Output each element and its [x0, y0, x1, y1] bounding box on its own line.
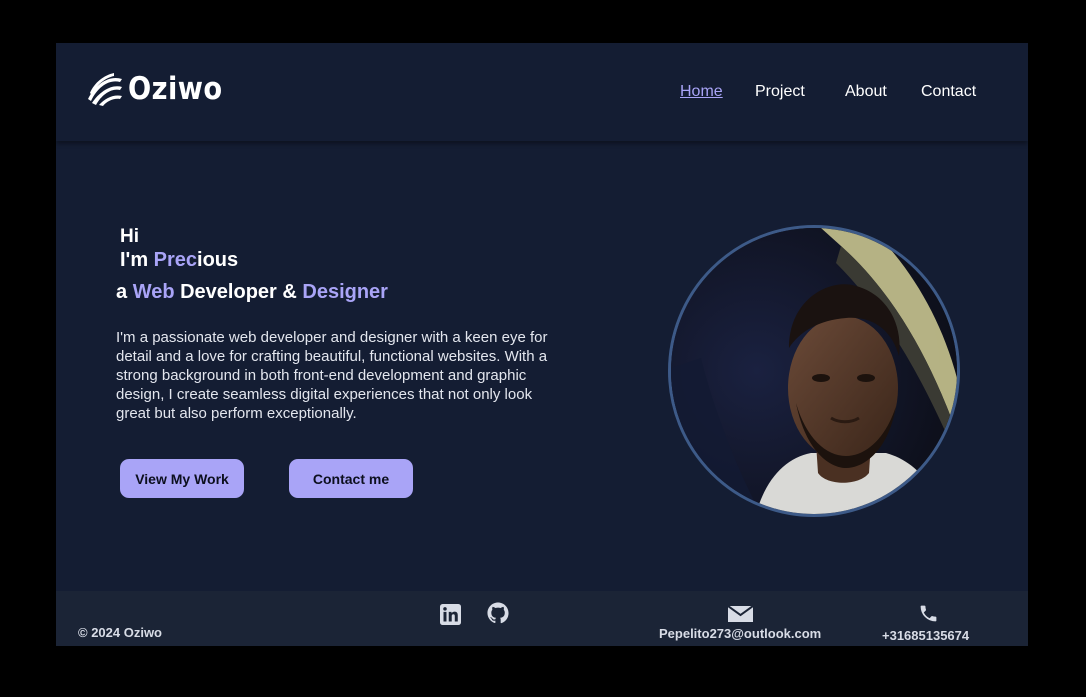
logo[interactable]: Oziwo [86, 69, 235, 109]
footer-email[interactable]: Pepelito273@outlook.com [659, 626, 821, 641]
nav-about[interactable]: About [845, 83, 887, 101]
logo-text: Oziwo [128, 71, 223, 107]
github-icon[interactable] [487, 602, 509, 624]
footer-phone[interactable]: +31685135674 [882, 628, 969, 643]
role-web: Web [132, 281, 175, 303]
linkedin-icon[interactable] [440, 604, 461, 625]
hero-intro: I'm Precious [120, 249, 238, 272]
name-highlight: Prec [153, 249, 198, 271]
mail-icon [728, 606, 753, 622]
hero-role: a Web Developer & Designer [116, 281, 388, 304]
hero-greeting: Hi [120, 226, 139, 247]
role-designer: Designer [302, 281, 388, 303]
copyright-text: © 2024 Oziwo [78, 625, 162, 640]
profile-photo [668, 225, 960, 517]
logo-mark-icon [88, 73, 122, 106]
site-header: Oziwo Home Project About Contact [56, 43, 1028, 141]
page-frame: Oziwo Home Project About Contact Hi I'm … [56, 43, 1028, 646]
intro-prefix: I'm [120, 249, 154, 271]
role-prefix: a [116, 281, 133, 303]
contact-me-button[interactable]: Contact me [289, 459, 413, 498]
nav-contact[interactable]: Contact [921, 83, 976, 101]
portrait-illustration [671, 228, 957, 514]
nav-home[interactable]: Home [680, 83, 723, 101]
hero-description: I'm a passionate web developer and desig… [116, 329, 548, 422]
phone-icon [920, 605, 937, 622]
nav-project[interactable]: Project [755, 83, 805, 101]
site-footer: © 2024 Oziwo Pepelito273@outlook.com +31… [56, 591, 1028, 646]
view-my-work-button[interactable]: View My Work [120, 459, 244, 498]
name-rest: ious [197, 249, 239, 271]
role-middle: Developer & [174, 281, 303, 303]
